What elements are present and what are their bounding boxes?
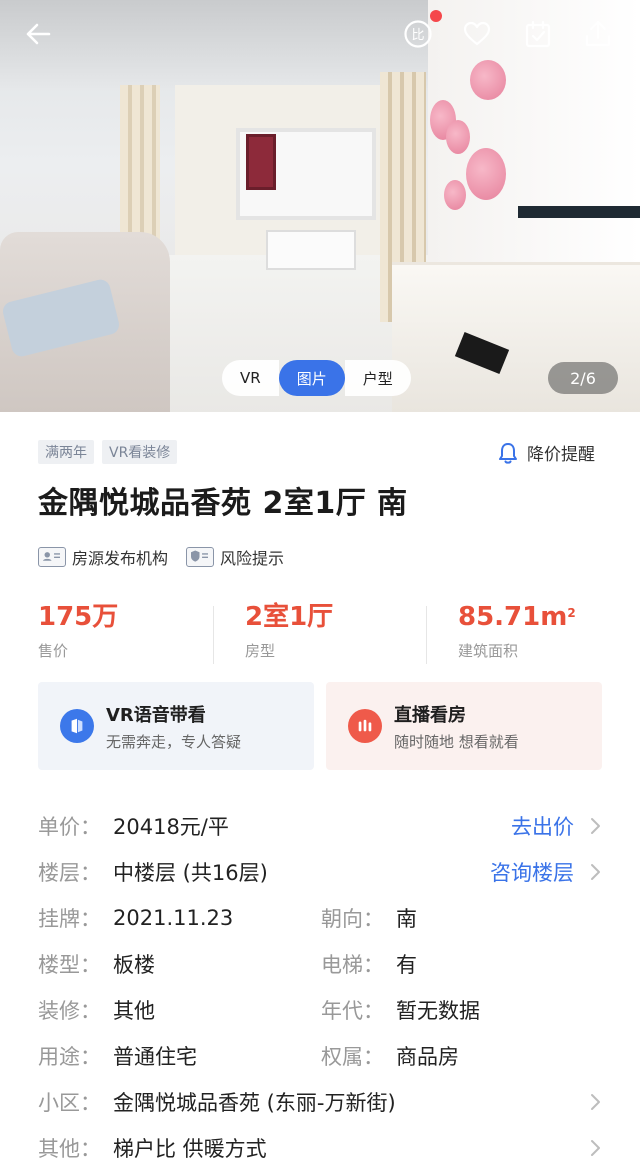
tag-vr-decoration: VR看装修 xyxy=(102,440,178,464)
chevron-right-icon[interactable] xyxy=(588,862,602,882)
stat-layout: 2室1厅 房型 xyxy=(213,600,426,670)
detail-key: 其他： xyxy=(38,1137,101,1160)
detail-value: 2021.11.23 xyxy=(113,906,234,930)
back-arrow-icon[interactable] xyxy=(18,14,58,54)
detail-value: 板楼 xyxy=(113,953,155,977)
risk-notice-label: 风险提示 xyxy=(220,549,285,568)
make-offer-link[interactable]: 去出价 xyxy=(511,811,574,841)
detail-row-usage: 用途： 普通住宅 权属： 商品房 xyxy=(38,1033,608,1079)
detail-row-other[interactable]: 其他： 梯户比 供暖方式 xyxy=(38,1125,608,1160)
stat-area-value: 85.71m xyxy=(458,602,568,632)
risk-notice-link[interactable]: 风险提示 xyxy=(186,545,284,569)
live-card-subtitle: 随时随地 想看就看 xyxy=(394,732,519,751)
live-bars-icon xyxy=(348,709,382,743)
vr-icon xyxy=(60,709,94,743)
photo-tab-bar: VR 图片 户型 xyxy=(222,360,411,396)
tab-vr[interactable]: VR xyxy=(222,360,279,396)
svg-text:比: 比 xyxy=(411,28,424,43)
detail-value: 梯户比 供暖方式 xyxy=(113,1137,267,1160)
detail-key: 小区： xyxy=(38,1091,101,1115)
detail-value: 有 xyxy=(396,953,417,977)
share-icon[interactable] xyxy=(578,14,618,54)
detail-value: 其他 xyxy=(113,999,155,1023)
detail-value: 普通住宅 xyxy=(113,1045,197,1069)
detail-value: 南 xyxy=(396,907,417,931)
heart-icon[interactable] xyxy=(457,14,497,54)
tag-full-two-years: 满两年 xyxy=(38,440,94,464)
photo-rose xyxy=(470,60,506,100)
listing-title: 金隅悦城品香苑 2室1厅 南 xyxy=(38,486,408,521)
live-card-title: 直播看房 xyxy=(394,704,466,726)
feature-cards: VR语音带看 无需奔走，专人答疑 直播看房 随时随地 想看就看 xyxy=(38,682,602,770)
detail-key: 用途： xyxy=(38,1045,101,1069)
stat-layout-value: 2室1厅 xyxy=(245,602,334,632)
photo-rose xyxy=(466,148,506,200)
detail-key: 朝向： xyxy=(321,907,384,931)
ask-floor-link[interactable]: 咨询楼层 xyxy=(490,857,574,887)
photo-tv-rack xyxy=(518,206,640,218)
shield-card-icon xyxy=(186,547,215,567)
info-links: 房源发布机构 风险提示 xyxy=(38,545,284,569)
id-card-icon xyxy=(38,547,66,567)
photo-counter: 2/6 xyxy=(548,362,618,394)
detail-key: 权属： xyxy=(321,1045,384,1069)
detail-row-unit-price: 单价： 20418元/平 去出价 xyxy=(38,803,608,849)
photo-table xyxy=(266,230,356,270)
chevron-right-icon[interactable] xyxy=(588,1092,602,1112)
calendar-check-icon[interactable] xyxy=(518,14,558,54)
price-alert-label: 降价提醒 xyxy=(527,445,595,465)
detail-key: 单价： xyxy=(38,815,101,839)
photo-window-frame xyxy=(246,134,276,190)
tab-photos[interactable]: 图片 xyxy=(278,360,345,396)
detail-row-community[interactable]: 小区： 金隅悦城品香苑 (东丽-万新街) xyxy=(38,1079,608,1125)
publisher-label: 房源发布机构 xyxy=(72,549,169,568)
listing-photo[interactable] xyxy=(0,0,640,412)
chevron-right-icon[interactable] xyxy=(588,1138,602,1158)
detail-key: 楼型： xyxy=(38,953,101,977)
tab-floorplan[interactable]: 户型 xyxy=(344,360,411,396)
detail-value: 20418元/平 xyxy=(113,815,229,839)
detail-value: 中楼层 (共16层) xyxy=(113,861,268,885)
detail-value: 金隅悦城品香苑 (东丽-万新街) xyxy=(113,1091,396,1115)
stat-price-label: 售价 xyxy=(38,642,69,660)
detail-row-building: 楼型： 板楼 电梯： 有 xyxy=(38,941,608,987)
live-stream-card[interactable]: 直播看房 随时随地 想看就看 xyxy=(326,682,602,770)
stat-area-value-wrap: 85.71m2 xyxy=(458,600,639,634)
stat-price-value: 175万 xyxy=(38,602,119,632)
vr-card-title: VR语音带看 xyxy=(106,704,206,726)
listing-tags: 满两年 VR看装修 xyxy=(38,440,178,464)
detail-key: 装修： xyxy=(38,999,101,1023)
notification-dot xyxy=(430,10,442,22)
publisher-link[interactable]: 房源发布机构 xyxy=(38,545,168,569)
detail-value: 商品房 xyxy=(396,1045,459,1069)
stat-area-label: 建筑面积 xyxy=(458,642,519,660)
stat-layout-label: 房型 xyxy=(245,642,276,660)
chevron-right-icon[interactable] xyxy=(588,816,602,836)
detail-key: 年代： xyxy=(321,999,384,1023)
vr-tour-card[interactable]: VR语音带看 无需奔走，专人答疑 xyxy=(38,682,314,770)
divider xyxy=(213,606,214,664)
stat-price: 175万 售价 xyxy=(0,600,213,670)
photo-rose xyxy=(444,180,466,210)
detail-row-decoration: 装修： 其他 年代： 暂无数据 xyxy=(38,987,608,1033)
bell-icon xyxy=(499,442,517,464)
key-stats: 175万 售价 2室1厅 房型 85.71m2 建筑面积 xyxy=(0,600,640,670)
detail-key: 挂牌： xyxy=(38,907,101,931)
price-alert-button[interactable]: 降价提醒 xyxy=(497,440,595,465)
detail-row-listed: 挂牌： 2021.11.23 朝向： 南 xyxy=(38,895,608,941)
stat-area: 85.71m2 建筑面积 xyxy=(426,600,639,670)
detail-row-floor: 楼层： 中楼层 (共16层) 咨询楼层 xyxy=(38,849,608,895)
detail-key: 楼层： xyxy=(38,861,101,885)
divider xyxy=(426,606,427,664)
detail-value: 暂无数据 xyxy=(396,999,480,1023)
detail-key: 电梯： xyxy=(321,953,384,977)
stat-area-sup: 2 xyxy=(567,606,576,620)
vr-card-subtitle: 无需奔走，专人答疑 xyxy=(106,732,242,751)
photo-rose xyxy=(446,120,470,154)
